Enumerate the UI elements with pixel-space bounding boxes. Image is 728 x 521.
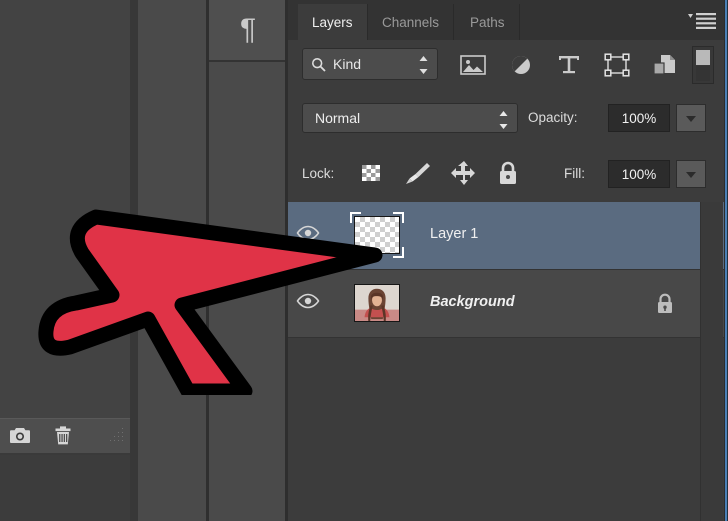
window-border-right	[724, 0, 728, 521]
layer-list-empty-area	[288, 338, 700, 521]
opacity-label: Opacity:	[528, 110, 578, 125]
filter-smart-objects-icon[interactable]	[650, 51, 680, 79]
lock-label: Lock:	[302, 166, 335, 181]
stepper-icon[interactable]	[498, 110, 509, 130]
layer-name-label: Background	[430, 294, 515, 310]
active-corner-tr	[393, 212, 404, 223]
search-icon	[311, 57, 326, 72]
layer-list: Layer 1 Background	[288, 202, 724, 338]
blend-mode-row: Normal Opacity: 100%	[288, 90, 724, 147]
history-panel-footer	[0, 418, 130, 455]
filter-adjustment-layers-icon[interactable]	[506, 51, 536, 79]
camera-icon	[10, 428, 30, 443]
fill-value-field[interactable]: 100%	[608, 160, 670, 188]
fill-label: Fill:	[564, 166, 585, 181]
thumbnail-image	[354, 284, 400, 322]
eye-icon	[296, 225, 320, 241]
active-corner-bl	[350, 247, 361, 258]
table-row[interactable]: Layer 1	[288, 202, 724, 270]
create-snapshot-button[interactable]	[8, 425, 32, 450]
tab-paths[interactable]: Paths	[456, 4, 520, 40]
lock-icon	[658, 293, 672, 313]
lock-image-pixels-icon[interactable]	[404, 160, 432, 186]
delete-state-button[interactable]	[52, 425, 74, 452]
layer-locked-indicator	[654, 292, 676, 316]
chevron-down-icon	[686, 116, 696, 122]
tab-channels[interactable]: Channels	[368, 4, 455, 40]
layer-thumbnail[interactable]	[350, 280, 404, 326]
paragraph-icon: ¶	[239, 13, 257, 46]
filter-enable-toggle[interactable]	[692, 46, 714, 84]
lock-all-icon[interactable]	[496, 160, 520, 186]
filter-kind-label: Kind	[333, 56, 362, 72]
active-corner-tl	[350, 212, 361, 223]
fill-value: 100%	[621, 166, 657, 182]
blend-mode-select[interactable]: Normal	[302, 103, 518, 133]
toggle-upper-half	[696, 50, 710, 65]
layer-thumbnail[interactable]	[350, 212, 404, 258]
layer-visibility-toggle[interactable]	[296, 224, 320, 246]
blend-mode-value: Normal	[315, 110, 361, 126]
toggle-lower-half	[696, 66, 710, 81]
layer-visibility-toggle[interactable]	[296, 292, 320, 314]
tab-layers[interactable]: Layers	[298, 4, 368, 40]
tab-layers-label: Layers	[312, 14, 353, 30]
paragraph-panel-button[interactable]: ¶	[209, 0, 287, 62]
table-row[interactable]: Background	[288, 270, 724, 338]
opacity-value-field[interactable]: 100%	[608, 104, 670, 132]
panel-divider-left[interactable]	[130, 0, 138, 521]
filter-type-layers-icon[interactable]	[554, 51, 584, 79]
dock-separator	[209, 60, 287, 62]
lock-transparent-pixels-icon[interactable]	[358, 160, 384, 186]
panel-tab-strip: Layers Channels Paths	[288, 0, 724, 41]
lock-row: Lock: Fill: 100%	[288, 146, 724, 203]
trash-icon	[55, 426, 71, 445]
layer-name-label: Layer 1	[430, 226, 479, 242]
filter-shape-layers-icon[interactable]	[602, 51, 632, 79]
layer-list-scrollbar[interactable]	[700, 202, 723, 521]
layer-filter-row: Kind	[288, 40, 724, 91]
filter-kind-select[interactable]: Kind	[302, 48, 438, 80]
opacity-dropdown-button[interactable]	[676, 104, 706, 132]
tab-channels-label: Channels	[382, 14, 440, 30]
adjacent-panel-column	[138, 0, 208, 521]
panel-menu-icon	[688, 13, 716, 29]
tab-paths-label: Paths	[470, 14, 505, 30]
eye-icon	[296, 293, 320, 309]
fill-dropdown-button[interactable]	[676, 160, 706, 188]
active-corner-br	[393, 247, 404, 258]
panel-resize-grip[interactable]	[104, 427, 126, 445]
portrait-photo-thumbnail	[355, 285, 399, 321]
stepper-icon[interactable]	[418, 55, 429, 75]
lock-position-icon[interactable]	[450, 160, 478, 186]
collapsed-panel-dock	[209, 0, 287, 521]
chevron-down-icon	[686, 172, 696, 178]
opacity-value: 100%	[621, 110, 657, 126]
history-panel-body	[0, 454, 130, 521]
panel-menu-button[interactable]	[688, 10, 718, 30]
filter-pixel-layers-icon[interactable]	[458, 51, 488, 79]
